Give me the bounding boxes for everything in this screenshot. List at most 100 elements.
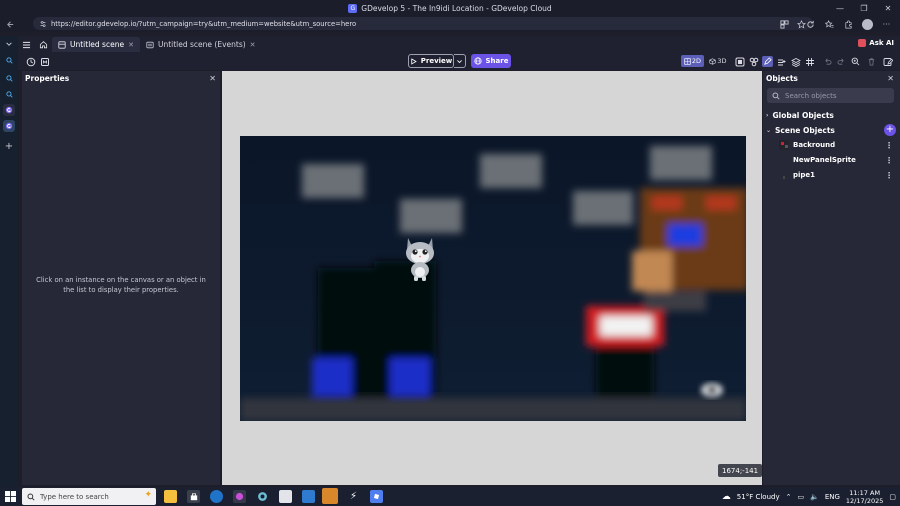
weather-icon[interactable]: ☁ — [722, 492, 731, 502]
preview-options-dropdown[interactable] — [454, 54, 466, 68]
browser-sidebar: + — [0, 36, 18, 487]
object-menu-icon[interactable]: ⋮ — [885, 171, 893, 180]
game-scene-preview[interactable] — [240, 136, 746, 421]
scene-properties-icon[interactable] — [39, 56, 50, 67]
object-menu-icon[interactable]: ⋮ — [885, 156, 893, 165]
undo-icon[interactable] — [822, 56, 833, 67]
maximize-button[interactable]: ❐ — [852, 0, 876, 16]
object-item[interactable]: pipe1 ⋮ — [779, 168, 897, 182]
scene-objects-label: Scene Objects — [775, 126, 835, 135]
background-thumbnail-icon — [779, 140, 789, 150]
chevron-up-icon[interactable]: ⌃ — [786, 493, 792, 501]
chevron-down-icon[interactable] — [3, 38, 15, 50]
search-objects-input[interactable] — [785, 91, 885, 100]
browser-toolbar: https://editor.gdevelop.io/?utm_campaign… — [0, 16, 900, 32]
object-groups-icon[interactable] — [748, 56, 759, 67]
search-icon[interactable] — [3, 54, 15, 66]
language-icon[interactable]: ENG — [825, 493, 840, 501]
search-objects-box[interactable] — [767, 88, 894, 103]
events-icon — [146, 41, 154, 48]
app-icon[interactable] — [279, 490, 292, 503]
object-item[interactable]: NewPanelSprite ⋮ — [779, 153, 897, 167]
site-info-icon[interactable] — [39, 20, 47, 28]
windows-start-icon[interactable] — [5, 491, 16, 502]
grid-icon[interactable] — [804, 56, 815, 67]
favorites-icon[interactable] — [824, 19, 835, 30]
app-icon-4[interactable]: ⚡ — [347, 490, 360, 503]
globe-icon — [473, 57, 482, 65]
url-text: https://editor.gdevelop.io/?utm_campaign… — [51, 19, 357, 28]
profile-avatar[interactable] — [862, 18, 873, 30]
properties-panel-icon[interactable] — [762, 56, 773, 67]
layers-icon[interactable] — [790, 56, 801, 67]
zoom-icon[interactable] — [850, 56, 861, 67]
scene-canvas[interactable]: 1674;-141 — [222, 71, 763, 485]
clock-date: 12/17/2025 — [845, 496, 884, 505]
tab-untitled-scene[interactable]: Untitled scene ✕ — [52, 37, 140, 52]
roblox-icon[interactable] — [370, 490, 383, 503]
global-objects-group[interactable]: › Global Objects — [766, 111, 834, 120]
object-name: pipe1 — [793, 171, 816, 179]
app-available-icon[interactable] — [779, 19, 790, 30]
taskbar-search-input[interactable] — [40, 492, 140, 501]
close-objects-button[interactable]: ✕ — [887, 74, 894, 83]
objects-panel-icon[interactable] — [734, 56, 745, 67]
volume-icon[interactable]: 🔈 — [810, 493, 819, 501]
clock[interactable]: 11:17 AM 12/17/2025 — [846, 489, 883, 505]
mode-3d-toggle[interactable]: 3D — [707, 55, 729, 67]
address-bar[interactable]: https://editor.gdevelop.io/?utm_campaign… — [33, 17, 813, 30]
properties-empty-message: Click on an instance on the canvas or an… — [36, 276, 206, 294]
share-button[interactable]: Share — [471, 54, 511, 68]
minimize-button[interactable]: — — [828, 0, 852, 16]
extensions-icon[interactable] — [843, 19, 854, 30]
ask-ai-button[interactable]: Ask AI — [858, 39, 894, 47]
object-item[interactable]: Backround ⋮ — [779, 138, 897, 152]
edge-browser-icon[interactable] — [210, 490, 223, 503]
ai-icon — [858, 39, 867, 47]
gdevelop-taskbar-icon[interactable] — [233, 490, 246, 503]
mode-2d-toggle[interactable]: 2D — [681, 55, 704, 67]
ask-ai-label: Ask AI — [869, 39, 894, 47]
search-icon-2[interactable] — [3, 72, 15, 84]
object-menu-icon[interactable]: ⋮ — [885, 141, 893, 150]
add-object-button[interactable]: + — [884, 124, 896, 136]
object-name: Backround — [793, 141, 836, 149]
close-tab-icon[interactable]: ✕ — [250, 41, 256, 49]
objects-panel: Objects ✕ › Global Objects ⌄ Scene Objec… — [763, 71, 900, 485]
more-options-icon[interactable]: ··· — [881, 19, 892, 30]
notifications-icon[interactable]: ▢ — [889, 493, 896, 501]
chevron-down-icon: ⌄ — [766, 127, 772, 134]
cursor-coordinates: 1674;-141 — [718, 464, 763, 477]
app-icon-2[interactable] — [302, 490, 315, 503]
edit-events-icon[interactable] — [882, 56, 893, 67]
close-properties-button[interactable]: ✕ — [209, 74, 216, 83]
file-explorer-icon[interactable] — [164, 490, 177, 503]
scene-objects-group[interactable]: ⌄ Scene Objects — [766, 126, 835, 135]
gdevelop-icon[interactable] — [3, 104, 15, 116]
browser-taskbar-icon[interactable] — [256, 490, 269, 503]
store-icon[interactable] — [187, 490, 200, 503]
gdevelop-active-icon[interactable] — [3, 120, 15, 132]
chevron-down-icon — [457, 59, 462, 63]
taskbar-search[interactable]: ✦ — [22, 488, 156, 505]
home-icon[interactable] — [35, 37, 52, 52]
project-manager-icon[interactable] — [25, 56, 36, 67]
close-window-button[interactable]: ✕ — [876, 0, 900, 16]
redo-icon[interactable] — [836, 56, 847, 67]
search-icon-3[interactable] — [3, 88, 15, 100]
preview-button[interactable]: Preview — [408, 54, 454, 68]
pipe-sprite-icon — [783, 176, 785, 179]
instances-list-icon[interactable] — [776, 56, 787, 67]
app-icon-3[interactable] — [322, 488, 338, 504]
refresh-icon[interactable] — [805, 19, 816, 30]
delete-icon[interactable] — [866, 56, 877, 67]
global-objects-label: Global Objects — [772, 111, 834, 120]
network-icon[interactable]: ▭ — [797, 493, 804, 501]
weather-text[interactable]: 51°F Cloudy — [737, 493, 780, 501]
close-tab-icon[interactable]: ✕ — [128, 41, 134, 49]
back-arrow-icon[interactable] — [0, 20, 20, 29]
windows-taskbar: ✦ ⚡ ☁ 51°F Cloudy ⌃ ▭ 🔈 ENG 11:17 AM 12/… — [0, 487, 900, 506]
add-icon[interactable]: + — [3, 140, 15, 152]
tab-untitled-scene-events[interactable]: Untitled scene (Events) ✕ — [140, 37, 262, 52]
menu-icon[interactable] — [18, 37, 35, 52]
